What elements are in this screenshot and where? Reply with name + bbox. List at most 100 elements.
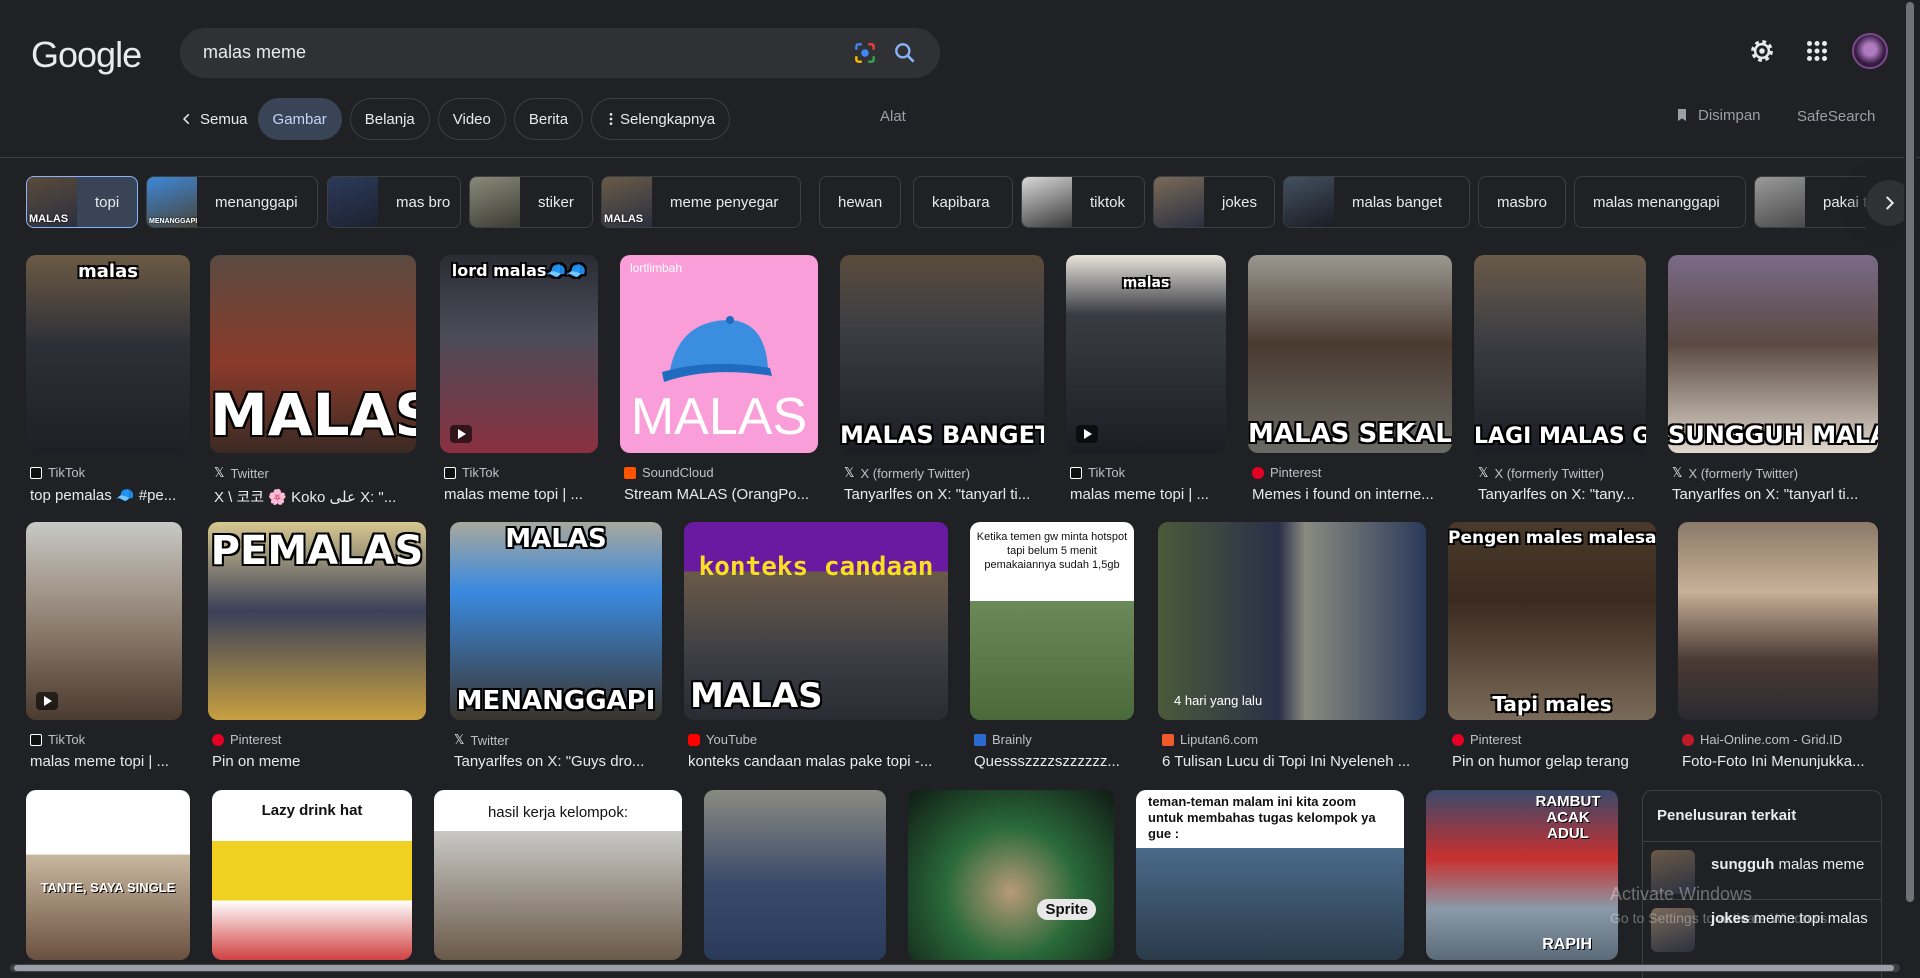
result-title[interactable]: Memes i found on interne... — [1252, 486, 1452, 503]
thumbnail-caption: teman-teman malam ini kita zoom untuk me… — [1148, 794, 1376, 841]
result-thumbnail[interactable]: lord malas🧢🧢 — [440, 255, 598, 453]
result-thumbnail[interactable]: Ketika temen gw minta hotspot tapi belum… — [970, 522, 1134, 720]
chip-label: masbro — [1497, 193, 1548, 211]
chip-kapibara[interactable]: kapibara — [913, 176, 1013, 228]
result-thumbnail[interactable]: hasil kerja kelompok: — [434, 790, 682, 960]
result-title[interactable]: 6 Tulisan Lucu di Topi Ini Nyeleneh ... — [1162, 753, 1426, 770]
result-source[interactable]: YouTube — [688, 732, 757, 747]
gear-icon[interactable] — [1747, 36, 1777, 66]
thumbnail-caption: malas — [1122, 275, 1170, 291]
chip-hewan[interactable]: hewan — [819, 176, 901, 228]
result-thumbnail[interactable] — [26, 522, 182, 720]
horizontal-scrollbar-thumb[interactable] — [14, 965, 1894, 971]
result-title[interactable]: Pin on humor gelap terang — [1452, 753, 1656, 770]
result-title[interactable]: top pemalas 🧢 #pe... — [30, 486, 190, 504]
chip-stiker[interactable]: stiker — [469, 176, 593, 228]
result-title[interactable]: malas meme topi | ... — [444, 486, 598, 503]
result-thumbnail[interactable]: MALAS — [210, 255, 416, 453]
chip-masbro[interactable]: masbro — [1478, 176, 1566, 228]
result-thumbnail[interactable]: MALAS MENANGGAPI — [450, 522, 662, 720]
chip-label: malas banget — [1352, 193, 1443, 211]
result-thumbnail[interactable]: MALAS SEKALI — [1248, 255, 1452, 453]
thumbnail-caption: LAGI MALAS GW — [1474, 424, 1646, 449]
result-source[interactable]: Brainly — [974, 732, 1032, 747]
result-source[interactable]: Pinterest — [212, 732, 281, 747]
result-thumbnail[interactable]: malas — [26, 255, 190, 453]
result-thumbnail[interactable]: konteks candaan MALAS — [684, 522, 948, 720]
result-title[interactable]: Tanyarlfes on X: "tany... — [1478, 486, 1646, 503]
tools-button[interactable]: Alat — [880, 108, 906, 125]
chip-meme-penyegar[interactable]: MALAS meme penyegar — [601, 176, 801, 228]
tab-more[interactable]: Selengkapnya — [591, 98, 731, 140]
result-thumbnail[interactable]: RAMBUT ACAK ADUL RAPIH — [1426, 790, 1618, 960]
result-title[interactable]: konteks candaan malas pake topi -... — [688, 753, 948, 770]
result-thumbnail[interactable]: malas — [1066, 255, 1226, 453]
chip-malas-banget[interactable]: malas banget — [1283, 176, 1470, 228]
chip-mas-bro[interactable]: mas bro — [327, 176, 461, 228]
result-source[interactable]: 𝕏 X (formerly Twitter) — [1478, 465, 1604, 481]
apps-grid-icon[interactable] — [1802, 36, 1832, 66]
result-source[interactable]: Pinterest — [1252, 465, 1321, 480]
result-thumbnail[interactable]: SUNGGUH MALAS — [1668, 255, 1878, 453]
result-source[interactable]: 𝕏 X (formerly Twitter) — [844, 465, 970, 481]
result-thumbnail[interactable] — [704, 790, 886, 960]
tab-images[interactable]: Gambar — [257, 98, 342, 140]
result-title[interactable]: X \ 코코 🌸 Koko على X: "... — [214, 486, 416, 507]
result-thumbnail[interactable]: MALAS BANGET — [840, 255, 1044, 453]
result-source[interactable]: 𝕏 X (formerly Twitter) — [1672, 465, 1798, 481]
tab-news[interactable]: Berita — [513, 98, 584, 140]
vertical-scrollbar-thumb[interactable] — [1906, 2, 1914, 902]
result-source[interactable]: TikTok — [30, 732, 85, 747]
chip-jokes[interactable]: jokes — [1153, 176, 1275, 228]
result-title[interactable]: Stream MALAS (OrangPo... — [624, 486, 818, 503]
result-title[interactable]: malas meme topi | ... — [30, 753, 182, 770]
result-thumbnail[interactable]: 4 hari yang lalu — [1158, 522, 1426, 720]
tab-all[interactable]: Semua — [178, 98, 258, 140]
source-label: Twitter — [470, 732, 509, 748]
saved-button[interactable]: Disimpan — [1674, 106, 1761, 124]
avatar[interactable] — [1852, 33, 1888, 69]
chip-malas-menanggapi[interactable]: malas menanggapi — [1574, 176, 1746, 228]
brainly-icon — [974, 733, 986, 746]
result-title[interactable]: Quessszzzzszzzzzz... — [974, 753, 1134, 770]
search-icon[interactable] — [892, 40, 918, 66]
tab-shopping[interactable]: Belanja — [349, 98, 430, 140]
result-source[interactable]: 𝕏 Twitter — [214, 465, 269, 481]
chip-menanggapi[interactable]: MENANGGAPI menanggapi — [146, 176, 318, 228]
result-title[interactable]: Tanyarlfes on X: "tanyarl ti... — [1672, 486, 1872, 503]
result-title[interactable]: Tanyarlfes on X: "tanyarl ti... — [844, 486, 1044, 503]
result-thumbnail[interactable]: PEMALAS — [208, 522, 426, 720]
result-title[interactable]: Tanyarlfes on X: "Guys dro... — [454, 753, 662, 770]
google-logo[interactable]: Google — [31, 34, 142, 76]
result-thumbnail[interactable]: teman-teman malam ini kita zoom untuk me… — [1136, 790, 1404, 960]
result-thumbnail[interactable]: Sprite — [908, 790, 1114, 960]
result-title[interactable]: malas meme topi | ... — [1070, 486, 1226, 503]
thumbnail-caption: MALAS — [630, 388, 808, 446]
chip-topi[interactable]: MALAS topi — [26, 176, 138, 228]
result-title[interactable]: Pin on meme — [212, 753, 426, 770]
result-thumbnail[interactable]: LAGI MALAS GW — [1474, 255, 1646, 453]
search-input[interactable]: malas meme — [203, 42, 306, 63]
result-source[interactable]: TikTok — [1070, 465, 1125, 480]
search-box[interactable]: malas meme — [180, 28, 940, 78]
result-source[interactable]: 𝕏 Twitter — [454, 732, 509, 748]
safesearch-button[interactable]: SafeSearch — [1797, 108, 1875, 125]
result-title[interactable]: Foto-Foto Ini Menunjukka... — [1682, 753, 1878, 770]
result-source[interactable]: Pinterest — [1452, 732, 1521, 747]
result-thumbnail[interactable]: Lazy drink hat — [212, 790, 412, 960]
chip-pakai-topi[interactable]: pakai t — [1754, 176, 1866, 228]
result-source[interactable]: SoundCloud — [624, 465, 714, 480]
result-source[interactable]: Liputan6.com — [1162, 732, 1258, 747]
result-source[interactable]: Hai-Online.com - Grid.ID — [1682, 732, 1842, 747]
chip-tiktok[interactable]: tiktok — [1021, 176, 1145, 228]
result-thumbnail[interactable]: TANTE, SAYA SINGLE — [26, 790, 190, 960]
result-thumbnail[interactable]: lortlimbah MALAS — [620, 255, 818, 453]
result-source[interactable]: TikTok — [30, 465, 85, 480]
related-search-item[interactable]: jokes meme topi malas — [1643, 899, 1881, 957]
lens-icon[interactable] — [852, 40, 878, 66]
thumbnail-caption: 4 hari yang lalu — [1174, 693, 1263, 708]
result-thumbnail[interactable]: Pengen males malesan Tapi males — [1448, 522, 1656, 720]
result-source[interactable]: TikTok — [444, 465, 499, 480]
result-thumbnail[interactable] — [1678, 522, 1878, 720]
tab-video[interactable]: Video — [437, 98, 506, 140]
